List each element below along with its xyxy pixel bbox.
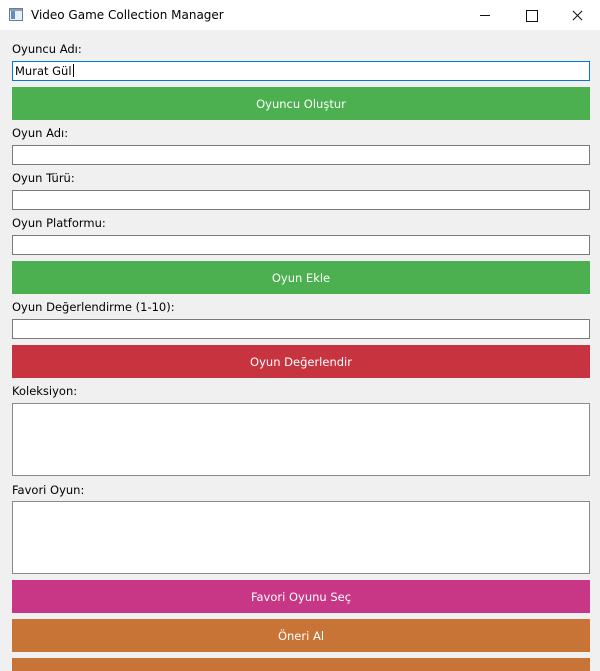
player-name-label: Oyuncu Adı:	[12, 42, 82, 56]
window-app-icon	[9, 8, 23, 21]
create-player-button[interactable]: Oyuncu Oluştur	[12, 87, 590, 120]
game-platform-label: Oyun Platformu:	[12, 216, 106, 230]
add-game-button[interactable]: Oyun Ekle	[12, 261, 590, 294]
game-name-label: Oyun Adı:	[12, 126, 69, 140]
close-icon[interactable]	[554, 0, 600, 31]
favorite-game-label: Favori Oyun:	[12, 483, 85, 497]
rating-input[interactable]	[12, 319, 590, 339]
game-name-input[interactable]	[12, 145, 590, 165]
app-window: Video Game Collection Manager Oyuncu Adı…	[0, 0, 600, 671]
get-recommendation-button[interactable]: Öneri Al	[12, 619, 590, 652]
game-genre-label: Oyun Türü:	[12, 171, 75, 185]
partially-visible-button[interactable]	[12, 658, 590, 671]
minimize-icon[interactable]	[462, 0, 508, 31]
game-platform-input[interactable]	[12, 235, 590, 255]
title-bar[interactable]: Video Game Collection Manager	[0, 0, 600, 31]
collection-label: Koleksiyon:	[12, 384, 78, 398]
text-caret	[72, 64, 74, 77]
game-genre-input[interactable]	[12, 190, 590, 210]
maximize-icon[interactable]	[508, 0, 554, 31]
favorite-game-textarea[interactable]	[12, 501, 590, 574]
window-title: Video Game Collection Manager	[31, 8, 224, 22]
player-name-input[interactable]: Murat Gül	[12, 61, 590, 81]
rating-label: Oyun Değerlendirme (1-10):	[12, 300, 175, 314]
player-name-value: Murat Gül	[15, 64, 72, 78]
collection-textarea[interactable]	[12, 403, 590, 476]
select-favorite-button[interactable]: Favori Oyunu Seç	[12, 580, 590, 613]
rate-game-button[interactable]: Oyun Değerlendir	[12, 345, 590, 378]
